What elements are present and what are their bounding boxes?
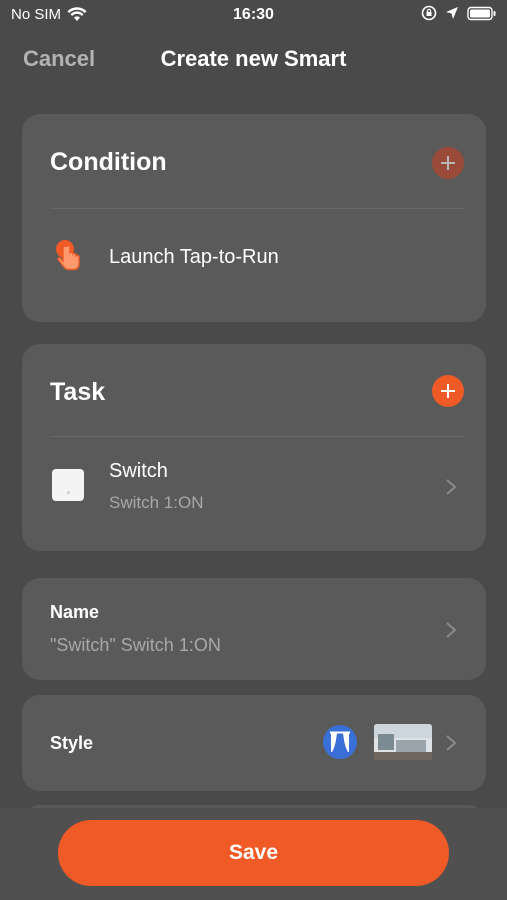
style-card[interactable]: Style bbox=[22, 695, 486, 791]
plus-icon bbox=[441, 156, 455, 170]
battery-icon bbox=[467, 6, 496, 20]
status-right bbox=[421, 5, 497, 21]
chevron-right-icon bbox=[446, 479, 457, 495]
task-detail: Switch 1:ON bbox=[109, 493, 204, 512]
add-task-button[interactable] bbox=[432, 375, 464, 407]
screen-lock-icon bbox=[421, 5, 437, 21]
condition-row[interactable]: Launch Tap-to-Run bbox=[22, 209, 486, 309]
location-arrow-icon bbox=[446, 7, 458, 19]
tap-hand-icon bbox=[56, 240, 80, 271]
curtain-icon bbox=[323, 725, 357, 759]
nav-header: Cancel Create new Smart bbox=[0, 40, 507, 76]
condition-header: Condition bbox=[50, 148, 167, 176]
add-condition-button[interactable] bbox=[432, 147, 464, 179]
switch-device-icon bbox=[52, 469, 84, 501]
save-button[interactable]: Save bbox=[58, 820, 449, 886]
condition-label: Launch Tap-to-Run bbox=[109, 246, 279, 268]
task-card: Task Switch Switch 1:ON bbox=[22, 344, 486, 551]
name-card[interactable]: Name "Switch" Switch 1:ON bbox=[22, 578, 486, 680]
status-bar: No SIM 16:30 bbox=[0, 0, 507, 30]
task-row[interactable]: Switch Switch 1:ON bbox=[22, 437, 486, 547]
task-title: Switch bbox=[109, 460, 168, 482]
room-photo-thumbnail bbox=[374, 724, 432, 760]
name-label: Name bbox=[50, 602, 100, 622]
style-label: Style bbox=[50, 733, 94, 753]
chevron-right-icon bbox=[446, 735, 457, 751]
page-title: Create new Smart bbox=[160, 46, 347, 71]
condition-card: Condition Launch Tap-to-Run bbox=[22, 114, 486, 322]
chevron-right-icon bbox=[446, 622, 457, 638]
plus-icon bbox=[441, 384, 455, 398]
name-value: "Switch" Switch 1:ON bbox=[50, 635, 221, 655]
task-header: Task bbox=[50, 378, 106, 406]
